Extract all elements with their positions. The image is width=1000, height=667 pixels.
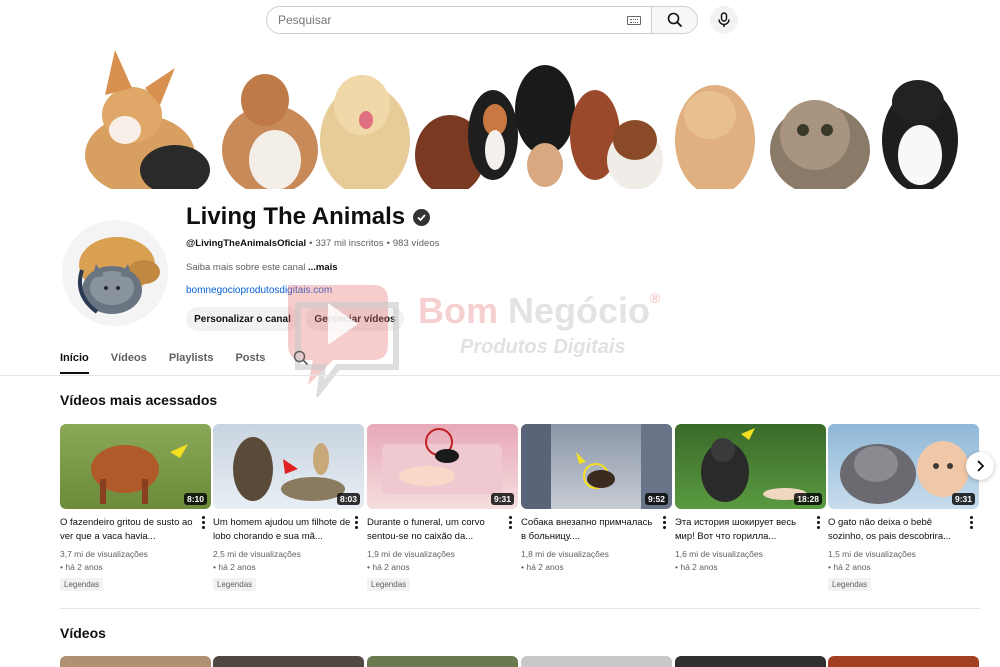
meta-separator: • bbox=[309, 238, 313, 249]
video-age: • há 2 anos bbox=[828, 562, 871, 572]
video-card[interactable]: 9:52 Собака внезапно примчалась в больни… bbox=[521, 424, 672, 574]
video-age: • há 2 anos bbox=[367, 562, 410, 572]
video-duration: 8:10 bbox=[183, 493, 207, 505]
video-thumbnail[interactable] bbox=[60, 656, 211, 667]
video-views: 1,6 mi de visualizações bbox=[675, 549, 763, 559]
channel-about[interactable]: Saiba mais sobre este canal ...mais bbox=[186, 262, 338, 273]
channel-avatar[interactable] bbox=[62, 220, 168, 326]
channel-banner bbox=[60, 40, 980, 189]
video-card[interactable]: 9:31 O gato não deixa o bebê sozinho, os… bbox=[828, 424, 979, 592]
video-card[interactable]: 8:03 Um homem ajudou um filhote de lobo … bbox=[213, 424, 364, 592]
chevron-right-icon bbox=[977, 460, 985, 472]
tab-home[interactable]: Início bbox=[60, 344, 89, 374]
video-views: 2,5 mi de visualizações bbox=[213, 549, 301, 559]
section-divider bbox=[60, 608, 980, 609]
banner-animals-image bbox=[85, 50, 958, 189]
channel-title: Living The Animals bbox=[186, 203, 431, 231]
captions-badge: Legendas bbox=[828, 578, 872, 591]
captions-badge: Legendas bbox=[213, 578, 257, 591]
search-placeholder: Pesquisar bbox=[278, 13, 332, 27]
video-thumbnail[interactable] bbox=[521, 656, 672, 667]
more-options-icon[interactable] bbox=[970, 516, 973, 531]
carousel-next-button[interactable] bbox=[966, 452, 994, 480]
watermark-word-bom: Bom bbox=[418, 290, 498, 331]
video-thumbnail[interactable] bbox=[828, 656, 979, 667]
video-age: • há 2 anos bbox=[521, 562, 564, 572]
meta-separator: • bbox=[386, 238, 390, 249]
video-thumbnail[interactable] bbox=[213, 656, 364, 667]
channel-search-button[interactable] bbox=[293, 344, 309, 371]
video-thumbnail[interactable] bbox=[367, 656, 518, 667]
video-thumbnail[interactable]: 9:52 bbox=[521, 424, 672, 509]
captions-badge: Legendas bbox=[60, 578, 104, 591]
about-more-link[interactable]: ...mais bbox=[308, 262, 338, 273]
search-bar: Pesquisar bbox=[266, 6, 738, 34]
video-card[interactable]: 8:10 O fazendeiro gritou de susto ao ver… bbox=[60, 424, 211, 592]
video-views: 1,9 mi de visualizações bbox=[367, 549, 455, 559]
customize-channel-button[interactable]: Personalizar o canal bbox=[186, 307, 299, 331]
video-duration: 9:31 bbox=[951, 493, 975, 505]
watermark-brand: Bom Negócio® bbox=[418, 290, 660, 332]
video-age: • há 2 anos bbox=[60, 562, 103, 572]
video-age: • há 2 anos bbox=[675, 562, 718, 572]
video-thumbnail[interactable]: 18:28 bbox=[675, 424, 826, 509]
video-title[interactable]: O fazendeiro gritou de susto ao ver que … bbox=[60, 516, 198, 544]
video-duration: 9:31 bbox=[490, 493, 514, 505]
more-options-icon[interactable] bbox=[509, 516, 512, 531]
video-title[interactable]: Эта история шокирует весь мир! Вот что г… bbox=[675, 516, 813, 544]
watermark-subtitle: Produtos Digitais bbox=[460, 336, 626, 358]
video-title[interactable]: O gato não deixa o bebê sozinho, os pais… bbox=[828, 516, 966, 544]
video-views: 1,5 mi de visualizações bbox=[828, 549, 916, 559]
video-thumbnail[interactable] bbox=[675, 656, 826, 667]
watermark-registered: ® bbox=[650, 290, 661, 306]
manage-videos-button[interactable]: Gerenciar vídeos bbox=[306, 307, 404, 331]
video-duration: 18:28 bbox=[794, 493, 822, 505]
more-options-icon[interactable] bbox=[817, 516, 820, 531]
video-thumbnail[interactable]: 8:10 bbox=[60, 424, 211, 509]
video-title[interactable]: Собака внезапно примчалась в больницу...… bbox=[521, 516, 659, 544]
video-views: 1,8 mi de visualizações bbox=[521, 549, 609, 559]
captions-badge: Legendas bbox=[367, 578, 411, 591]
video-title[interactable]: Um homem ajudou um filhote de lobo chora… bbox=[213, 516, 351, 544]
more-options-icon[interactable] bbox=[663, 516, 666, 531]
channel-handle: @LivingTheAnimalsOficial bbox=[186, 238, 307, 249]
channel-tabs: Início Vídeos Playlists Posts bbox=[60, 344, 309, 374]
video-card[interactable]: 9:31 Durante o funeral, um corvo sentou-… bbox=[367, 424, 518, 592]
avatar-dog-cat-image bbox=[77, 237, 160, 314]
more-options-icon[interactable] bbox=[202, 516, 205, 531]
video-thumbnail[interactable]: 9:31 bbox=[367, 424, 518, 509]
search-icon bbox=[294, 350, 309, 366]
video-views: 3,7 mi de visualizações bbox=[60, 549, 148, 559]
tab-playlists[interactable]: Playlists bbox=[169, 344, 214, 374]
tabs-divider bbox=[0, 375, 1000, 376]
search-input[interactable]: Pesquisar bbox=[266, 6, 652, 34]
channel-page: Pesquisar Living The Animals @LivingTheA… bbox=[0, 0, 1000, 667]
channel-name: Living The Animals bbox=[186, 203, 406, 230]
video-card[interactable]: 18:28 Эта история шокирует весь мир! Вот… bbox=[675, 424, 826, 574]
about-text: Saiba mais sobre este canal bbox=[186, 262, 306, 273]
video-count: 983 vídeos bbox=[392, 238, 440, 249]
verified-icon bbox=[413, 208, 431, 226]
subscriber-count: 337 mil inscritos bbox=[315, 238, 384, 249]
section-title-videos: Vídeos bbox=[60, 625, 106, 641]
video-age: • há 2 anos bbox=[213, 562, 256, 572]
video-duration: 9:52 bbox=[644, 493, 668, 505]
channel-meta: @LivingTheAnimalsOficial • 337 mil inscr… bbox=[186, 238, 439, 249]
tab-posts[interactable]: Posts bbox=[235, 344, 265, 374]
search-icon bbox=[667, 12, 682, 28]
microphone-icon bbox=[718, 12, 730, 27]
video-thumbnail[interactable]: 8:03 bbox=[213, 424, 364, 509]
watermark-word-negocio: Negócio bbox=[508, 290, 651, 331]
section-title-popular: Vídeos mais acessados bbox=[60, 392, 218, 408]
search-button[interactable] bbox=[652, 6, 698, 34]
video-title[interactable]: Durante o funeral, um corvo sentou-se no… bbox=[367, 516, 505, 544]
voice-search-button[interactable] bbox=[710, 6, 738, 34]
video-thumbnail[interactable]: 9:31 bbox=[828, 424, 979, 509]
keyboard-icon[interactable] bbox=[627, 15, 641, 25]
channel-link[interactable]: bomnegocioprodutosdigitais.com bbox=[186, 285, 332, 296]
tab-videos[interactable]: Vídeos bbox=[111, 344, 147, 374]
more-options-icon[interactable] bbox=[355, 516, 358, 531]
video-duration: 8:03 bbox=[336, 493, 360, 505]
